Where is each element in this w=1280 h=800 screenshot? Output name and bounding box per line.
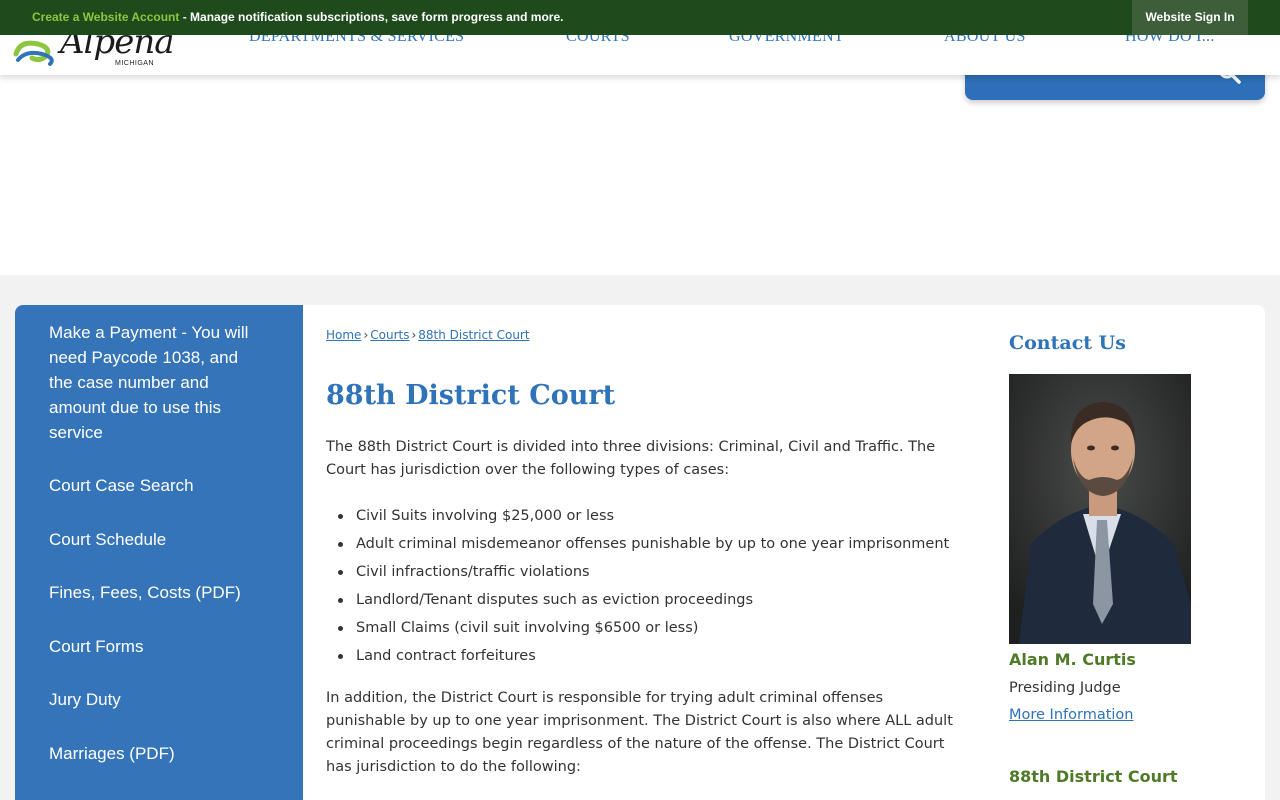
more-information-link[interactable]: More Information [1009,707,1134,723]
notification-message: Create a Website Account - Manage notifi… [32,10,563,24]
website-sign-in-button[interactable]: Website Sign In [1132,0,1248,35]
sidebar-item-jury-duty[interactable]: Jury Duty [49,687,259,712]
list-item: Adult criminal misdemeanor offenses puni… [326,530,966,558]
case-types-list: Civil Suits involving $25,000 or less Ad… [326,502,966,670]
breadcrumb-separator: › [411,328,417,342]
notification-bar: Create a Website Account - Manage notifi… [0,0,1280,35]
list-item: Land contract forfeitures [326,642,966,670]
sidebar-nav: Make a Payment - You will need Paycode 1… [15,305,303,800]
contact-heading: Contact Us [1009,332,1126,354]
court-contact-heading: 88th District Court [1009,767,1178,786]
create-account-link[interactable]: Create a Website Account [32,10,179,24]
notification-text: - Manage notification subscriptions, sav… [179,10,564,24]
page-title: 88th District Court [326,380,616,411]
sidebar-item-marriages[interactable]: Marriages (PDF) [49,741,259,766]
breadcrumb-courts[interactable]: Courts [370,328,409,342]
sidebar-item-fines-fees-costs[interactable]: Fines, Fees, Costs (PDF) [49,580,259,605]
addition-paragraph: In addition, the District Court is respo… [326,690,953,775]
sidebar-item-court-schedule[interactable]: Court Schedule [49,527,259,552]
breadcrumb-home[interactable]: Home [326,328,361,342]
list-item: Civil infractions/traffic violations [326,558,966,586]
breadcrumb-separator: › [363,328,369,342]
sidebar-item-court-case-search[interactable]: Court Case Search [49,473,259,498]
judge-portrait [1009,374,1191,644]
intro-paragraph: The 88th District Court is divided into … [326,439,936,478]
site-header: Alpena MICHIGAN DEPARTMENTS & SERVICES C… [0,22,1280,75]
list-item: Small Claims (civil suit involving $6500… [326,614,966,642]
sidebar-item-court-forms[interactable]: Court Forms [49,634,259,659]
sidebar-item-make-payment[interactable]: Make a Payment - You will need Paycode 1… [49,320,259,445]
judge-name: Alan M. Curtis [1009,650,1136,669]
logo-subtext: MICHIGAN [115,60,154,67]
judge-photo [1009,374,1191,644]
judge-role: Presiding Judge [1009,680,1121,696]
list-item: Civil Suits involving $25,000 or less [326,502,966,530]
list-item: Landlord/Tenant disputes such as evictio… [326,586,966,614]
content-card: Make a Payment - You will need Paycode 1… [15,305,1265,800]
breadcrumb: Home › Courts › 88th District Court [326,328,530,342]
breadcrumb-current[interactable]: 88th District Court [418,328,529,342]
